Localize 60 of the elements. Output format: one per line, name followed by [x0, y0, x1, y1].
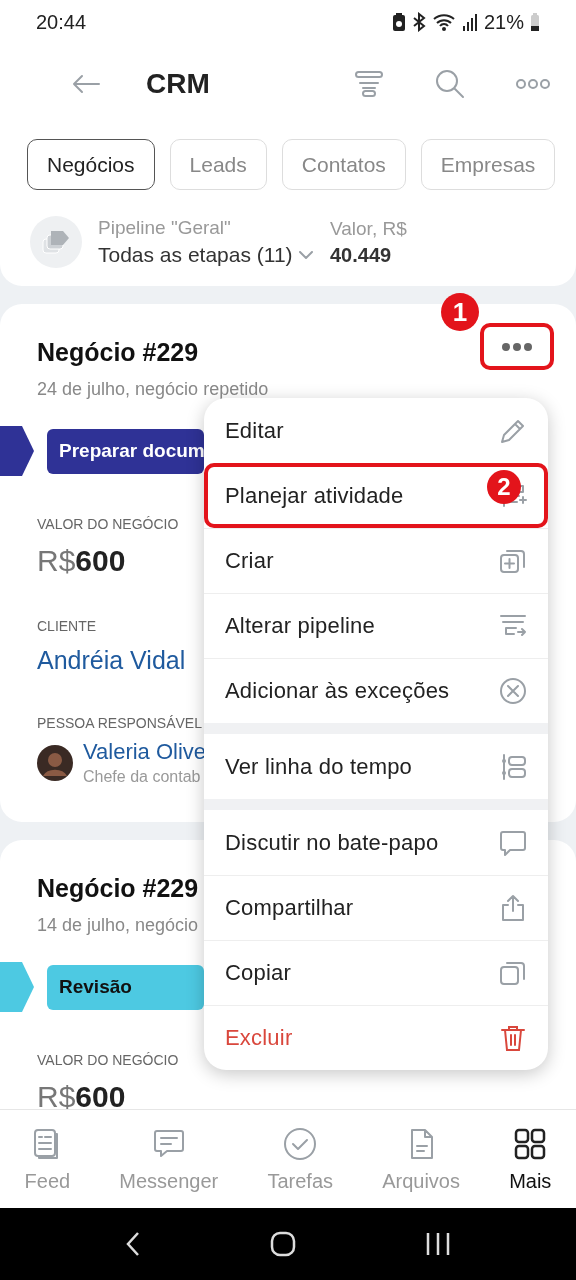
field-label: CLIENTE: [37, 618, 97, 634]
bluetooth-icon: [411, 12, 426, 32]
deal-title: Negócio #229: [37, 338, 199, 367]
menu-item[interactable]: Copiar: [204, 940, 548, 1005]
menu-item[interactable]: Adicionar às exceções: [204, 658, 548, 723]
deal-title: Negócio #229: [37, 874, 199, 903]
menu-item[interactable]: Discutir no bate-papo: [204, 810, 548, 875]
wifi-icon: [431, 12, 456, 32]
pipeline-label: Pipeline "Geral": [98, 217, 231, 239]
step-badge: 2: [487, 470, 521, 504]
tab[interactable]: Negócios: [27, 139, 155, 190]
chevron-left-icon: [124, 1231, 141, 1257]
person-link[interactable]: Valeria Olive: [83, 739, 207, 765]
tab[interactable]: Leads: [169, 139, 267, 190]
check-circle-icon: [282, 1125, 319, 1162]
battery-saver-icon: [391, 12, 406, 32]
stage-segment: [0, 426, 35, 476]
signal-icon: [461, 12, 478, 32]
tab[interactable]: Contatos: [281, 139, 406, 190]
stage-pill: Revisão: [47, 964, 204, 1010]
stage-segment: [0, 962, 35, 1012]
deal-date: 24 de julho, negócio repetido: [37, 379, 269, 400]
avatar: [37, 744, 73, 781]
rounded-square-icon: [270, 1231, 296, 1257]
back-button[interactable]: [124, 1231, 141, 1257]
menu-item[interactable]: Planejar atividade 2: [204, 463, 548, 528]
stage-pill: Preparar docum: [47, 428, 204, 474]
cancel-icon: [498, 676, 528, 706]
menu-item[interactable]: Compartilhar: [204, 875, 548, 940]
client-link[interactable]: Andréia Vidal: [37, 646, 186, 675]
nav-tab[interactable]: Mais: [509, 1125, 552, 1193]
menu-item[interactable]: Criar: [204, 528, 548, 593]
deal-amount: R$600: [37, 544, 126, 578]
menu-item[interactable]: Alterar pipeline: [204, 593, 548, 658]
recents-button[interactable]: [425, 1232, 452, 1256]
field-label: VALOR DO NEGÓCIO: [37, 1052, 179, 1068]
home-button[interactable]: [270, 1231, 296, 1257]
menu-item[interactable]: Editar: [204, 398, 548, 463]
deal-date: 14 de julho, negócio: [37, 915, 199, 936]
clock: 20:44: [36, 10, 87, 34]
tab[interactable]: Empresas: [420, 139, 556, 190]
menu-item[interactable]: Ver linha do tempo: [204, 734, 548, 799]
step-badge: 1: [441, 293, 479, 331]
battery-icon: [530, 12, 540, 32]
value-label: Valor, R$: [330, 217, 407, 240]
three-bars-icon: [425, 1232, 452, 1256]
trash-icon: [498, 1023, 528, 1053]
stage-dropdown[interactable]: Todas as etapas (11): [98, 243, 314, 267]
arrow-left-icon: [72, 74, 100, 94]
person-role: Chefe da contab: [83, 768, 201, 786]
field-label: VALOR DO NEGÓCIO: [37, 516, 179, 532]
total-value: 40.449: [330, 243, 392, 267]
battery-level: 21%: [483, 10, 524, 34]
chevron-down-icon: [298, 250, 313, 260]
more-icon[interactable]: [480, 323, 554, 370]
field-label: PESSOA RESPONSÁVEL: [37, 715, 202, 731]
pipeline-icon: [30, 216, 82, 268]
menu-item[interactable]: Excluir: [204, 1005, 548, 1070]
deal-amount: R$600: [37, 1080, 126, 1109]
screen-title: CRM: [146, 68, 211, 100]
